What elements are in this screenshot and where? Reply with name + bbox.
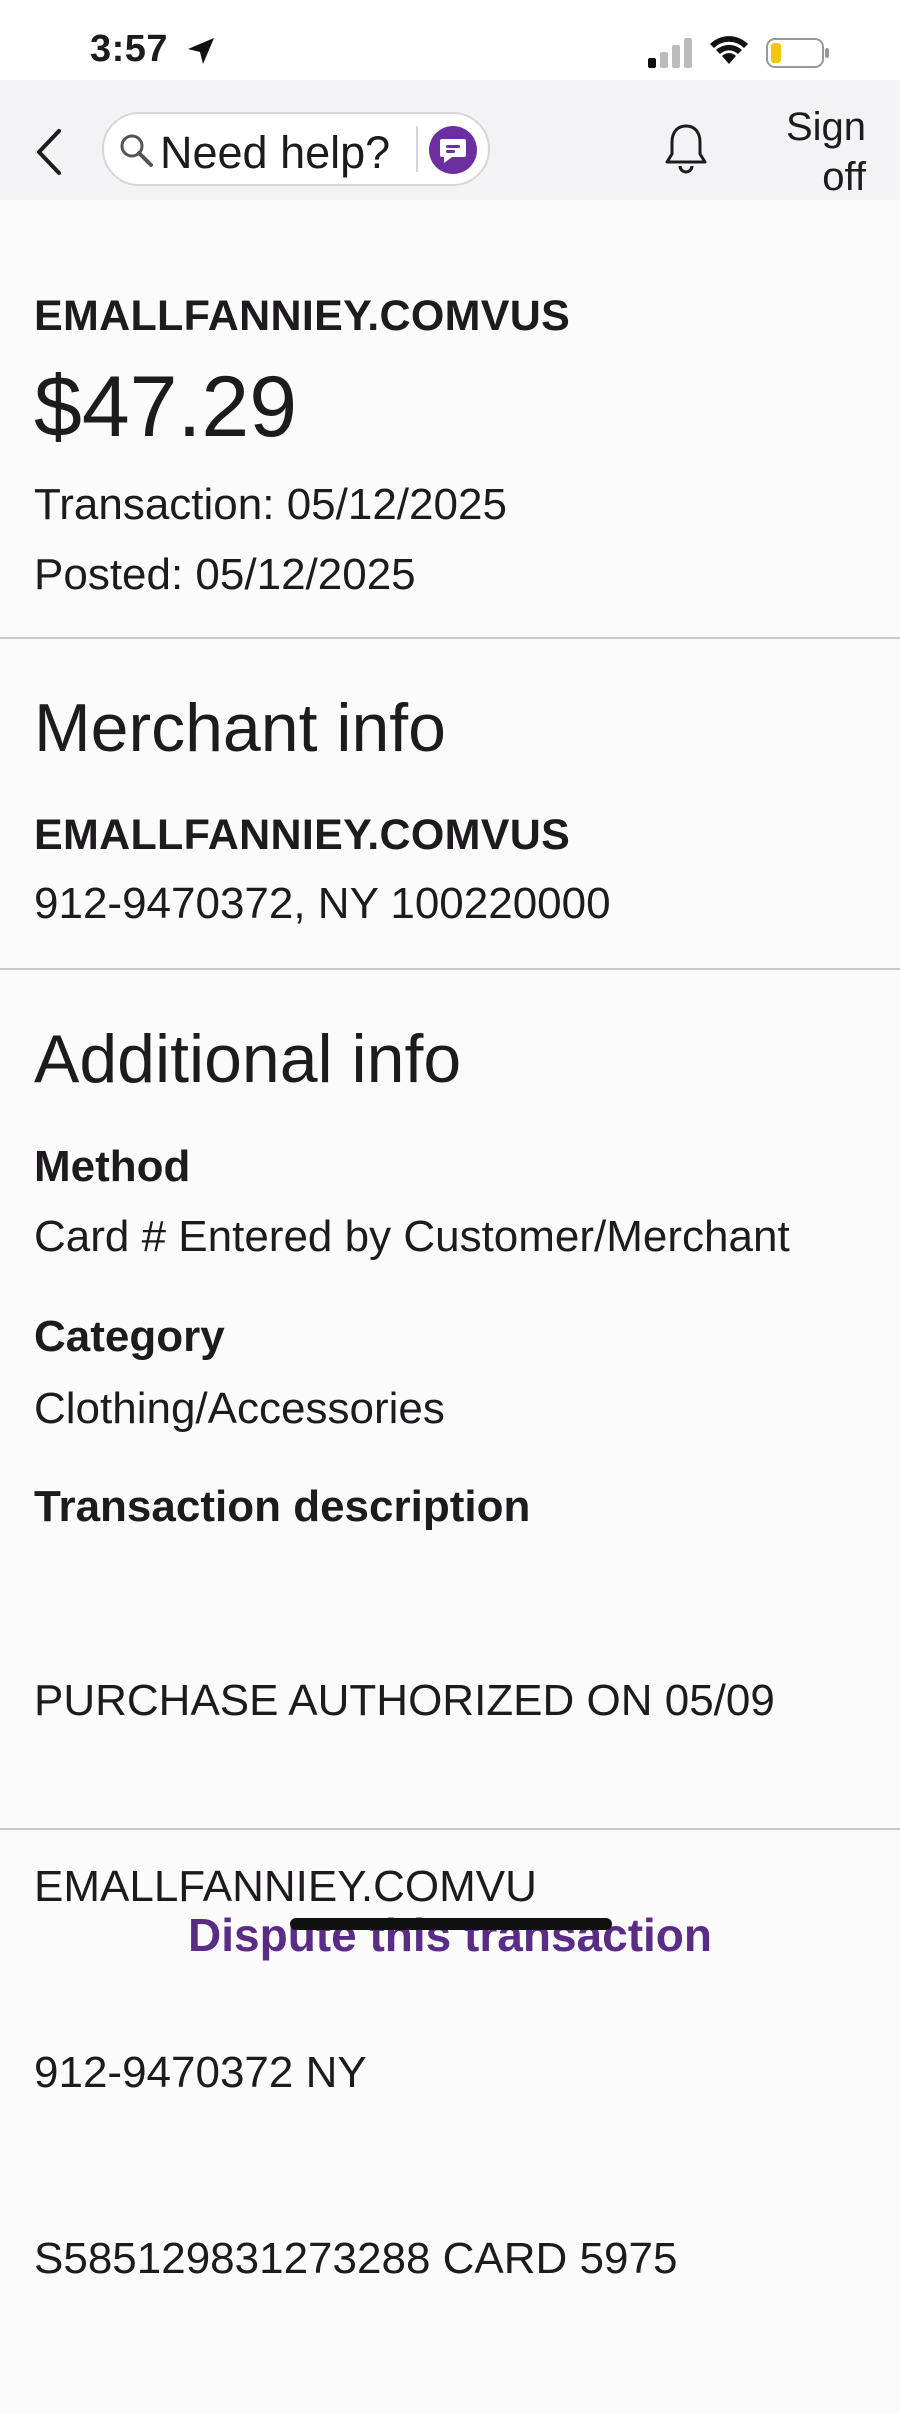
location-arrow-icon — [188, 38, 214, 64]
help-placeholder: Need help? — [160, 127, 391, 178]
section-divider — [0, 1828, 900, 1830]
help-divider — [416, 126, 418, 172]
battery-low-icon — [766, 38, 829, 68]
transaction-date: Transaction: 05/12/2025 — [34, 480, 507, 529]
assistant-icon[interactable] — [428, 125, 478, 175]
description-text: PURCHASE AUTHORIZED ON 05/09 EMALLFANNIE… — [34, 1546, 775, 2414]
search-icon — [120, 134, 153, 167]
posted-date: Posted: 05/12/2025 — [34, 550, 416, 599]
description-line: 912-9470372 NY — [34, 2048, 367, 2097]
wifi-icon — [710, 36, 748, 64]
back-chevron-icon — [37, 129, 61, 175]
merchant-info-section: Merchant info EMALLFANNIEY.COMVUS 912-94… — [0, 639, 900, 969]
home-indicator — [290, 1918, 612, 1930]
help-search-field[interactable]: Need help? — [102, 112, 490, 186]
cellular-signal-icon — [648, 38, 692, 68]
transaction-amount: $47.29 — [34, 359, 298, 455]
method-label: Method — [34, 1142, 191, 1191]
merchant-address: 912-9470372, NY 100220000 — [34, 879, 611, 928]
sign-off-line1: Sign — [785, 105, 866, 149]
merchant-name: EMALLFANNIEY.COMVUS — [34, 292, 571, 340]
sign-off-line2: off — [822, 155, 866, 199]
additional-info-section: Additional info Method Card # Entered by… — [0, 970, 900, 2283]
status-time: 3:57 — [90, 28, 169, 70]
bell-icon[interactable] — [664, 122, 708, 174]
category-label: Category — [34, 1312, 225, 1361]
merchant-info-title: Merchant info — [34, 690, 446, 766]
category-value: Clothing/Accessories — [34, 1384, 445, 1433]
transaction-summary: EMALLFANNIEY.COMVUS $47.29 Transaction: … — [0, 200, 900, 638]
additional-info-title: Additional info — [34, 1021, 462, 1097]
description-line: PURCHASE AUTHORIZED ON 05/09 — [34, 1676, 775, 1725]
back-button[interactable] — [26, 122, 70, 182]
dispute-transaction-link[interactable]: Dispute this transaction — [0, 1908, 900, 1962]
sign-off-button[interactable]: Sign off — [786, 102, 866, 202]
merchant-info-name: EMALLFANNIEY.COMVUS — [34, 811, 571, 859]
top-nav: Need help? Sign off — [0, 80, 900, 200]
description-line: S585129831273288 CARD 5975 — [34, 2234, 678, 2283]
method-value: Card # Entered by Customer/Merchant — [34, 1212, 790, 1261]
status-bar: 3:57 — [0, 0, 900, 80]
description-label: Transaction description — [34, 1482, 531, 1531]
